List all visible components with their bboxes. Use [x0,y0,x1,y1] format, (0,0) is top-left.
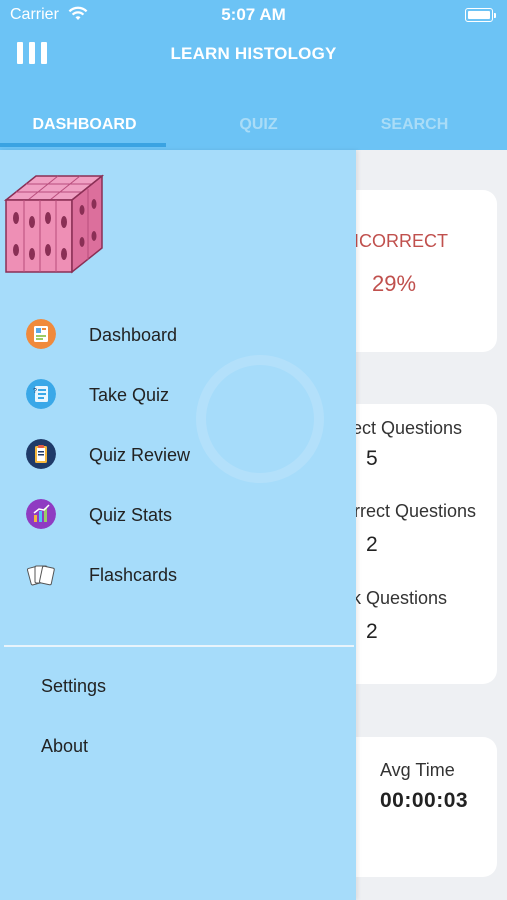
incorrect-questions-label: rrect Questions [354,501,477,521]
dashboard-icon [26,319,56,349]
tissue-logo-icon [3,174,104,274]
clipboard-icon [26,439,56,469]
drawer-divider [4,645,354,647]
flashcards-icon [26,565,55,586]
flagged-questions-label: k Questions [352,588,448,608]
drawer-item-label: Flashcards [89,565,178,585]
quiz-icon: ? [26,379,56,409]
incorrect-questions-value: 2 [366,533,378,556]
app-header: Carrier 5:07 AM LEARN HISTOLOGY DASHBOAR… [0,0,507,150]
drawer-item-label: Quiz Review [89,445,191,465]
drawer-item-quiz-review[interactable]: Quiz Review [0,433,356,477]
correct-questions-value: 5 [366,447,378,470]
drawer-item-label: Settings [41,676,107,696]
incorrect-percent: 29% [372,271,417,296]
drawer-item-label: About [41,736,89,756]
flagged-questions-value: 2 [366,620,378,643]
status-time: 5:07 AM [221,5,286,24]
avg-time-label: Avg Time [380,760,455,780]
tab-search[interactable]: SEARCH [330,108,499,150]
drawer-item-quiz-stats[interactable]: Quiz Stats [0,493,356,537]
drawer-item-about[interactable]: About [0,728,356,768]
battery-icon [465,8,496,22]
correct-questions-label: ect Questions [352,418,463,438]
stats-icon [26,499,56,529]
drawer-item-flashcards[interactable]: Flashcards [0,553,356,597]
status-bar: Carrier 5:07 AM [0,0,507,30]
page-title: LEARN HISTOLOGY [170,44,337,63]
tab-indicator [0,143,166,147]
drawer-item-dashboard[interactable]: Dashboard [0,313,356,357]
drawer-item-label: Take Quiz [89,385,170,405]
drawer-item-label: Dashboard [89,325,178,345]
avg-time-value: 00:00:03 [380,789,469,812]
drawer-item-take-quiz[interactable]: ? Take Quiz [0,373,356,417]
drawer-item-label: Quiz Stats [89,505,173,525]
incorrect-label: ICORRECT [354,231,448,251]
tab-quiz[interactable]: QUIZ [174,108,343,150]
svg-text:?: ? [33,388,37,395]
drawer-item-settings[interactable]: Settings [0,668,356,708]
